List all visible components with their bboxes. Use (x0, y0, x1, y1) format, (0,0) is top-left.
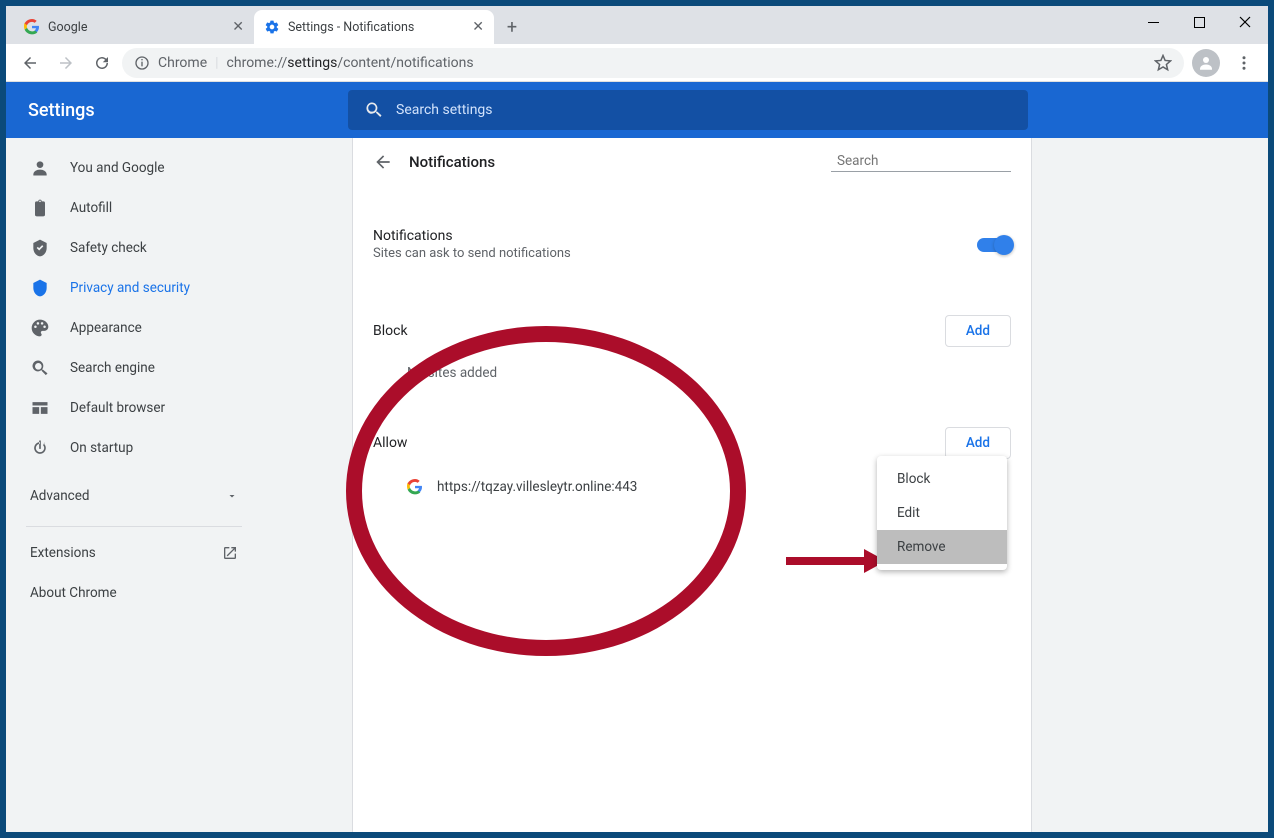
profile-avatar[interactable] (1192, 49, 1220, 77)
notifications-label: Notifications (373, 228, 571, 244)
google-favicon-icon (24, 19, 40, 35)
sidebar-item-default-browser[interactable]: Default browser (6, 388, 250, 428)
tab-title: Google (48, 20, 224, 35)
page-back-button[interactable] (373, 152, 393, 172)
sidebar-item-autofill[interactable]: Autofill (6, 188, 250, 228)
page-search[interactable] (831, 153, 1011, 172)
block-section-label: Block (373, 323, 408, 339)
notifications-toggle[interactable] (977, 238, 1011, 252)
reload-button[interactable] (86, 47, 118, 79)
sidebar-advanced-toggle[interactable]: Advanced (6, 476, 262, 516)
tab-google[interactable]: Google ✕ (14, 10, 254, 44)
notifications-sub: Sites can ask to send notifications (373, 246, 571, 261)
omnibox[interactable]: Chrome | chrome://settings/content/notif… (122, 48, 1184, 78)
block-empty-text: No sites added (373, 357, 1011, 389)
context-edit[interactable]: Edit (877, 496, 1007, 530)
browser-icon (30, 398, 50, 418)
close-icon[interactable]: ✕ (472, 19, 484, 35)
open-external-icon (222, 545, 238, 561)
sidebar-item-label: Safety check (70, 240, 147, 256)
sidebar-item-label: Appearance (70, 320, 142, 336)
extensions-label: Extensions (30, 545, 96, 561)
tab-title: Settings - Notifications (288, 20, 464, 35)
content-gutter (1032, 138, 1268, 832)
sidebar-extensions[interactable]: Extensions (6, 533, 262, 573)
person-icon (30, 158, 50, 178)
allow-site-url: https://tqzay.villesleytr.online:443 (437, 479, 637, 495)
advanced-label: Advanced (30, 488, 90, 504)
sidebar-about[interactable]: About Chrome (6, 573, 262, 613)
sidebar-item-label: Search engine (70, 360, 155, 376)
settings-app-title: Settings (28, 100, 328, 121)
omnibox-url: chrome://settings/content/notifications (227, 55, 474, 71)
sidebar-item-search-engine[interactable]: Search engine (6, 348, 250, 388)
context-remove[interactable]: Remove (877, 530, 1007, 564)
allow-section-label: Allow (373, 435, 407, 451)
chrome-menu-button[interactable] (1228, 47, 1260, 79)
shield-icon (30, 278, 50, 298)
close-window-button[interactable] (1222, 6, 1268, 38)
sidebar-item-label: You and Google (70, 160, 165, 176)
sidebar-item-appearance[interactable]: Appearance (6, 308, 250, 348)
page-search-input[interactable] (837, 153, 1014, 169)
sidebar-item-safety-check[interactable]: Safety check (6, 228, 250, 268)
power-icon (30, 438, 50, 458)
settings-search-input[interactable] (396, 102, 1012, 118)
page-title: Notifications (409, 153, 815, 171)
block-add-button[interactable]: Add (945, 315, 1011, 347)
close-icon[interactable]: ✕ (232, 19, 244, 35)
sidebar-item-privacy[interactable]: Privacy and security (6, 268, 250, 308)
search-icon (364, 100, 384, 120)
settings-sidebar: You and Google Autofill Safety check Pri… (6, 138, 262, 832)
site-info-icon[interactable] (134, 55, 150, 71)
tab-settings[interactable]: Settings - Notifications ✕ (254, 10, 494, 44)
about-label: About Chrome (30, 585, 117, 601)
search-icon (30, 358, 50, 378)
minimize-button[interactable] (1130, 6, 1176, 38)
sidebar-item-label: Privacy and security (70, 280, 190, 296)
gear-icon (264, 19, 280, 35)
google-favicon-icon (407, 479, 423, 495)
maximize-button[interactable] (1176, 6, 1222, 38)
settings-header: Settings (6, 82, 1268, 138)
settings-content: Notifications Notifications Sites can as… (352, 138, 1032, 832)
palette-icon (30, 318, 50, 338)
settings-search[interactable] (348, 90, 1028, 130)
sidebar-separator (26, 526, 242, 527)
shield-check-icon (30, 238, 50, 258)
context-block[interactable]: Block (877, 462, 1007, 496)
address-bar: Chrome | chrome://settings/content/notif… (6, 44, 1268, 82)
sidebar-item-you-and-google[interactable]: You and Google (6, 148, 250, 188)
bookmark-star-icon[interactable] (1154, 54, 1172, 72)
sidebar-item-on-startup[interactable]: On startup (6, 428, 250, 468)
site-context-menu: Block Edit Remove (877, 456, 1007, 570)
sidebar-item-label: Default browser (70, 400, 165, 416)
allow-add-button[interactable]: Add (945, 427, 1011, 459)
new-tab-button[interactable]: + (498, 13, 526, 41)
clipboard-icon (30, 198, 50, 218)
sidebar-item-label: Autofill (70, 200, 112, 216)
omnibox-prefix: Chrome (158, 55, 207, 71)
back-button[interactable] (14, 47, 46, 79)
sidebar-item-label: On startup (70, 440, 133, 456)
forward-button[interactable] (50, 47, 82, 79)
chevron-down-icon (226, 490, 238, 502)
tab-strip: Google ✕ Settings - Notifications ✕ + (6, 6, 1268, 44)
